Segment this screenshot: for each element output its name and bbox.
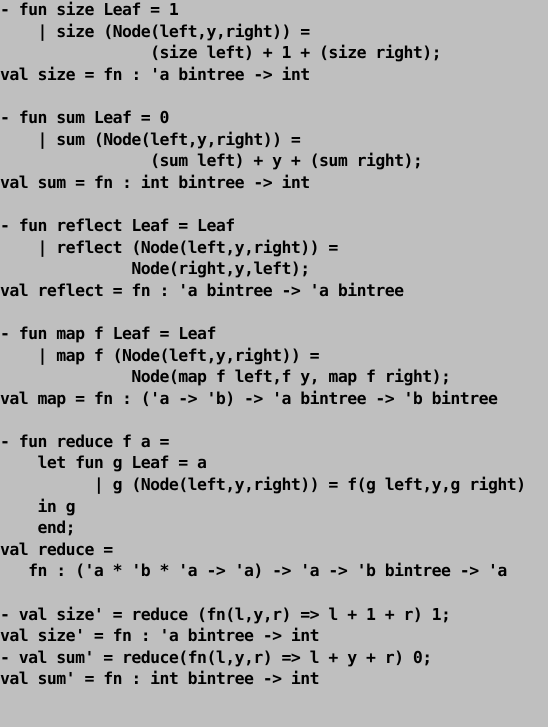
terminal-line: - fun sum Leaf = 0	[0, 107, 169, 127]
terminal-line: in g	[0, 496, 76, 516]
terminal-line: | g (Node(left,y,right)) = f(g left,y,g …	[0, 475, 526, 495]
terminal-line: | map f (Node(left,y,right)) =	[0, 345, 320, 365]
terminal-line: - fun map f Leaf = Leaf	[0, 323, 216, 343]
terminal-line: - val sum' = reduce(fn(l,y,r) => l + y +…	[0, 647, 432, 667]
terminal-line: | reflect (Node(left,y,right)) =	[0, 237, 339, 257]
terminal-line: (size left) + 1 + (size right);	[0, 43, 442, 63]
terminal-line: - val size' = reduce (fn(l,y,r) => l + 1…	[0, 604, 451, 624]
terminal-line: fn : ('a * 'b * 'a -> 'a) -> 'a -> 'b bi…	[0, 561, 507, 581]
terminal-line: Node(map f left,f y, map f right);	[0, 367, 451, 387]
terminal-line: Node(right,y,left);	[0, 259, 310, 279]
terminal-line: val sum' = fn : int bintree -> int	[0, 669, 320, 689]
terminal-line: | size (Node(left,y,right)) =	[0, 21, 311, 41]
terminal-line: let fun g Leaf = a	[0, 453, 207, 473]
terminal-line: end;	[0, 518, 76, 538]
terminal-line: val reduce =	[0, 539, 113, 559]
terminal-line: - fun size Leaf = 1	[0, 0, 179, 19]
terminal-line: val size' = fn : 'a bintree -> int	[0, 626, 320, 646]
terminal-output: - fun size Leaf = 1 | size (Node(left,y,…	[0, 0, 526, 690]
terminal-window[interactable]: - fun size Leaf = 1 | size (Node(left,y,…	[0, 0, 548, 727]
terminal-line: (sum left) + y + (sum right);	[0, 151, 423, 171]
terminal-line: val map = fn : ('a -> 'b) -> 'a bintree …	[0, 388, 498, 408]
terminal-line: - fun reflect Leaf = Leaf	[0, 215, 235, 235]
terminal-line: | sum (Node(left,y,right)) =	[0, 129, 301, 149]
terminal-line: val reflect = fn : 'a bintree -> 'a bint…	[0, 280, 404, 300]
terminal-line: - fun reduce f a =	[0, 431, 169, 451]
terminal-line: val size = fn : 'a bintree -> int	[0, 64, 310, 84]
terminal-line: val sum = fn : int bintree -> int	[0, 172, 310, 192]
